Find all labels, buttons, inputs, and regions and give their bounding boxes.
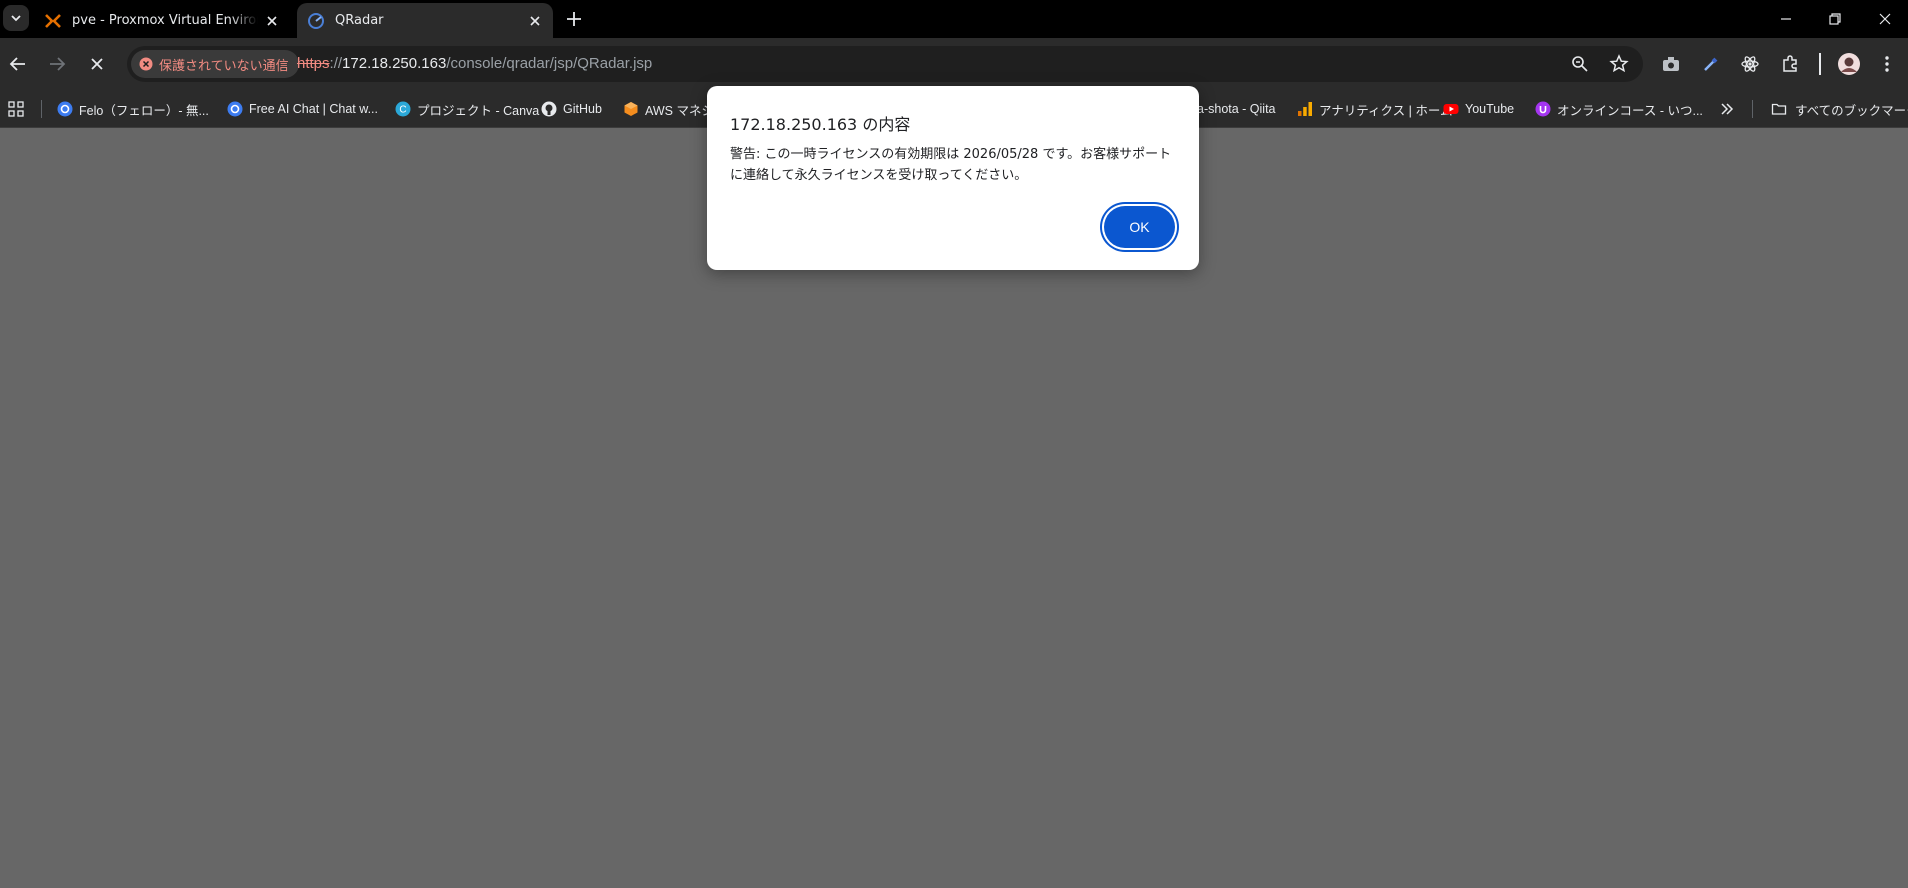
bookmark-label: オンラインコース - いつ... — [1557, 103, 1703, 118]
new-tab-icon[interactable] — [564, 9, 584, 29]
url-host: 172.18.250.163 — [342, 55, 447, 72]
folder-icon — [1771, 103, 1787, 115]
qradar-icon — [308, 12, 324, 29]
url-scheme: https — [297, 55, 330, 72]
chevron-down-icon — [11, 15, 21, 22]
canva-icon: C — [395, 101, 411, 117]
bookmark-label: プロジェクト - Canva — [417, 103, 540, 118]
dialog-title: 172.18.250.163 の内容 — [730, 115, 911, 134]
forward-arrow-icon[interactable] — [46, 53, 68, 75]
aws-icon — [624, 102, 638, 116]
camera-icon[interactable] — [1660, 53, 1682, 75]
tab-search-button[interactable] — [3, 5, 29, 31]
bookmark-label: YouTube — [1465, 102, 1515, 116]
all-bookmarks-button[interactable]: すべてのブックマーク — [1771, 99, 1908, 119]
bookmark-udemy[interactable]: オンラインコース - いつ... — [1535, 99, 1703, 119]
close-window-icon[interactable] — [1874, 8, 1896, 30]
avatar[interactable] — [1837, 52, 1861, 76]
dialog-message: 警告: この一時ライセンスの有効期限は 2026/05/28 です。お客様サポー… — [730, 147, 1172, 183]
bookmark-label: a-shota - Qiita — [1197, 102, 1276, 116]
alert-dialog: 172.18.250.163 の内容 警告: この一時ライセンスの有効期限は 2… — [707, 86, 1199, 270]
udemy-icon — [1535, 101, 1551, 117]
bookmark-canva[interactable]: C プロジェクト - Canva — [395, 99, 539, 119]
warning-circle-icon — [139, 57, 153, 71]
analytics-icon — [1298, 102, 1312, 116]
url-path: /console/qradar/jsp/QRadar.jsp — [446, 55, 653, 72]
apps-grid-icon[interactable] — [8, 101, 24, 117]
toolbar-divider — [1819, 53, 1821, 75]
bookmark-analytics[interactable]: アナリティクス | ホーム — [1297, 99, 1452, 119]
stop-loading-icon[interactable] — [86, 53, 108, 75]
eyedropper-icon[interactable] — [1700, 53, 1722, 75]
tab-title: pve - Proxmox Virtual Environment — [72, 13, 258, 28]
close-icon[interactable] — [264, 13, 280, 29]
url-separator: :// — [329, 55, 343, 72]
restore-icon[interactable] — [1824, 8, 1846, 30]
bookmark-label: アナリティクス | ホーム — [1319, 103, 1453, 118]
close-icon[interactable] — [527, 13, 543, 29]
bookmark-qiita[interactable]: a-shota - Qiita — [1197, 99, 1276, 119]
felo-icon — [227, 101, 243, 117]
security-label: 保護されていない通信 — [159, 58, 289, 74]
bookmark-youtube[interactable]: YouTube — [1443, 99, 1514, 119]
bookmark-label: GitHub — [563, 102, 602, 116]
youtube-icon — [1443, 104, 1459, 114]
more-menu-icon[interactable] — [1876, 53, 1898, 75]
back-arrow-icon[interactable] — [7, 53, 29, 75]
tab-qradar[interactable]: QRadar — [297, 3, 553, 38]
bookmark-felo[interactable]: Felo（フェロー）- 無... — [57, 99, 209, 119]
ok-button[interactable]: OK — [1104, 206, 1175, 248]
bookmark-label: Felo（フェロー）- 無... — [79, 103, 209, 118]
tab-title: QRadar — [335, 13, 384, 28]
react-devtools-icon[interactable] — [1739, 53, 1761, 75]
bookmarks-divider — [41, 100, 42, 118]
bookmark-free-ai-chat[interactable]: Free AI Chat | Chat w... — [227, 99, 378, 119]
tab-strip: pve - Proxmox Virtual Environment QRadar — [0, 0, 1908, 38]
svg-text:C: C — [399, 105, 406, 116]
bookmark-label: Free AI Chat | Chat w... — [249, 102, 378, 116]
chevron-double-right-icon[interactable] — [1720, 102, 1734, 116]
bookmarks-divider — [1752, 100, 1753, 118]
tab-proxmox[interactable]: pve - Proxmox Virtual Environment — [34, 3, 290, 38]
felo-icon — [57, 101, 73, 117]
proxmox-icon — [45, 13, 61, 28]
github-icon — [541, 101, 557, 117]
toolbar: 保護されていない通信 https://172.18.250.163/consol… — [0, 38, 1908, 90]
zoom-icon[interactable] — [1569, 53, 1591, 75]
bookmark-github[interactable]: GitHub — [541, 99, 602, 119]
all-bookmarks-label: すべてのブックマーク — [1795, 103, 1908, 118]
minimize-icon[interactable] — [1775, 8, 1797, 30]
url-text[interactable]: https://172.18.250.163/console/qradar/js… — [297, 55, 652, 72]
bookmark-aws[interactable]: AWS マネジ — [623, 99, 714, 119]
extensions-puzzle-icon[interactable] — [1779, 53, 1801, 75]
security-chip[interactable]: 保護されていない通信 — [131, 50, 299, 78]
bookmark-star-icon[interactable] — [1608, 53, 1630, 75]
address-bar[interactable]: 保護されていない通信 https://172.18.250.163/consol… — [127, 46, 1643, 82]
bookmark-label: AWS マネジ — [645, 103, 714, 118]
